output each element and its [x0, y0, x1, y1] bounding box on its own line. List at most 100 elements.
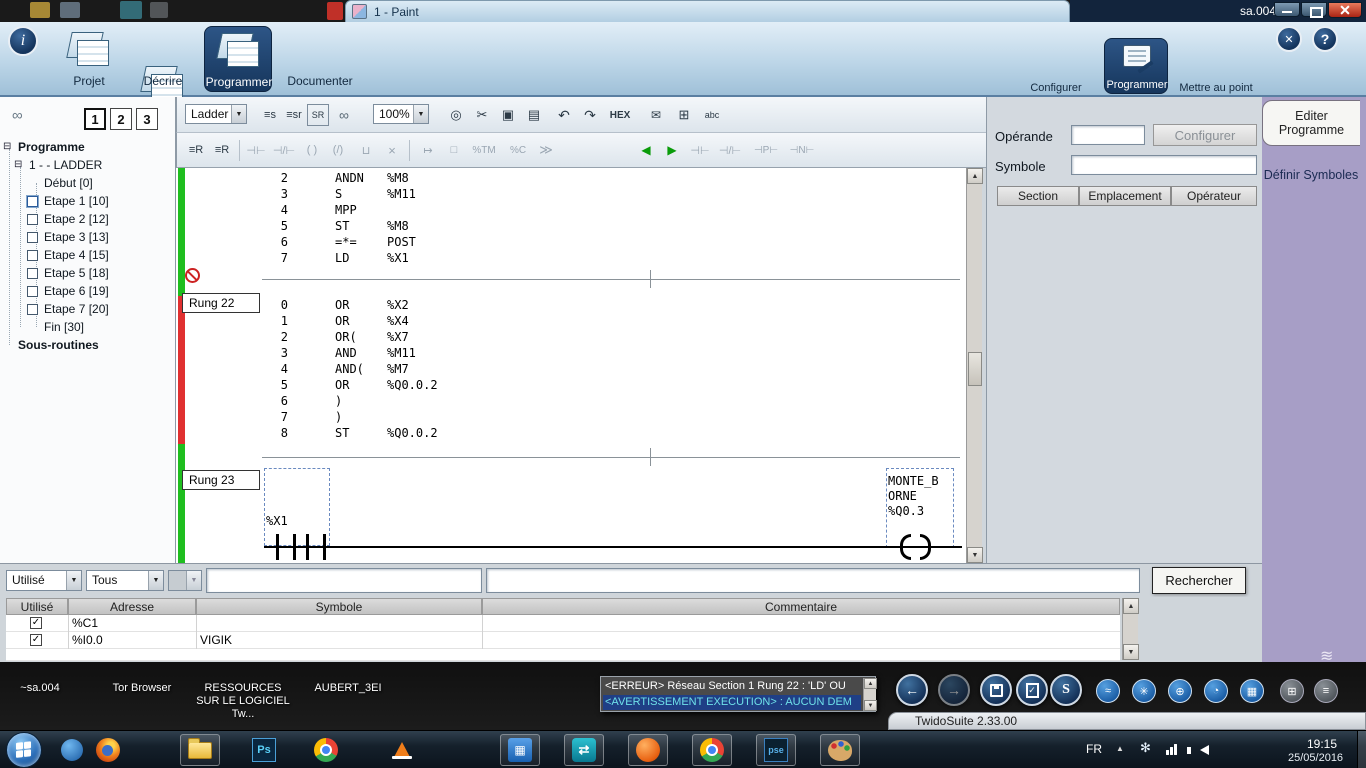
nav-documenter[interactable]: Documenter — [285, 74, 355, 88]
zoom-select[interactable]: 100% ▼ — [373, 104, 429, 124]
desktop-shortcut-aubert[interactable]: AUBERT_3EI — [300, 682, 396, 695]
tree-item-programme[interactable]: Programme — [18, 140, 85, 154]
step-icon[interactable] — [27, 250, 38, 261]
add-rung-before-icon[interactable]: ≡R — [211, 139, 233, 161]
column-operateur-button[interactable]: Opérateur — [1171, 186, 1257, 206]
tray-network-icon[interactable] — [1166, 744, 1177, 755]
show-desktop-button[interactable] — [1357, 731, 1366, 768]
tab-editer-programme[interactable]: Editer Programme — [1262, 100, 1360, 146]
insert-step-sr-icon[interactable]: ≡sr — [283, 104, 305, 126]
tree-item-etape1[interactable]: Etape 1 [10] — [44, 194, 109, 208]
tray-language[interactable]: FR — [1086, 742, 1102, 756]
symbol-input[interactable] — [1071, 155, 1257, 175]
tool-button-2[interactable]: ✳ — [1132, 679, 1156, 703]
desktop-shortcut-ressources[interactable]: RESSOURCES SUR LE LOGICIEL Tw... — [192, 682, 294, 721]
tray-snow-icon[interactable]: ✻ — [1140, 740, 1151, 756]
taskbar-icon-paint[interactable] — [820, 734, 860, 766]
link-elements-icon[interactable]: ∞ — [333, 104, 355, 126]
connection-status-icon[interactable]: ✕ — [1276, 26, 1302, 52]
taskbar-icon-photoshop[interactable]: Ps — [244, 734, 284, 766]
contact-open2-icon[interactable]: ⊣⊢ — [689, 139, 711, 161]
page-button-1[interactable]: 1 — [84, 108, 106, 130]
tool-button-3[interactable]: ⊕ — [1168, 679, 1192, 703]
help-button[interactable]: ? — [1312, 26, 1338, 52]
operand-input[interactable] — [1071, 125, 1145, 145]
tool-button-7[interactable]: ≡ — [1314, 679, 1338, 703]
operate-block-icon[interactable]: □ — [443, 139, 465, 161]
tree-item-etape6[interactable]: Etape 6 [19] — [44, 284, 109, 298]
col-header-adresse[interactable]: Adresse — [68, 598, 196, 615]
taskbar-icon-explorer[interactable] — [180, 734, 220, 766]
info-button[interactable]: i — [8, 26, 38, 56]
pdf-file-icon[interactable] — [327, 2, 343, 20]
tree-item-etape2[interactable]: Etape 2 [12] — [44, 212, 109, 226]
nav-programmer2-selected[interactable]: Programmer — [1104, 38, 1168, 94]
tree-item-sous-routines[interactable]: Sous-routines — [18, 338, 99, 352]
used-filter-select[interactable]: Utilisé ▼ — [6, 570, 82, 591]
close-button[interactable] — [1328, 2, 1362, 18]
nav-projet[interactable]: Projet — [59, 74, 119, 88]
taskbar-icon-orange-app[interactable] — [628, 734, 668, 766]
taskbar-icon-tile[interactable]: ▦ — [500, 734, 540, 766]
language-select[interactable]: Ladder ▼ — [185, 104, 247, 124]
column-emplacement-button[interactable]: Emplacement — [1079, 186, 1171, 206]
tray-volume-icon[interactable] — [1200, 745, 1209, 755]
hex-toggle-button[interactable]: HEX — [605, 104, 635, 126]
delete-link-icon[interactable]: × — [381, 139, 403, 161]
tray-expand-icon[interactable]: ▲ — [1116, 744, 1124, 753]
scroll-down-icon[interactable]: ▼ — [1123, 644, 1139, 660]
desktop-shortcut-tor[interactable]: Tor Browser — [96, 682, 188, 695]
contact-symbol[interactable] — [276, 534, 296, 560]
tray-clock-date[interactable]: 25/05/2016 — [1288, 752, 1354, 764]
scroll-down-icon[interactable]: ▼ — [967, 547, 983, 563]
next-rung-icon[interactable]: ▶ — [661, 139, 683, 161]
used-checkbox[interactable]: ✓ — [30, 634, 42, 646]
scrollbar-thumb[interactable] — [968, 352, 982, 386]
copy-icon[interactable]: ▣ — [497, 104, 519, 126]
minimize-button[interactable] — [1274, 2, 1300, 17]
used-checkbox[interactable]: ✓ — [30, 617, 42, 629]
code-line[interactable]: 3AND%M11 — [240, 346, 416, 360]
paint-window-titlebar[interactable]: 1 - Paint — [345, 0, 1070, 22]
code-line[interactable]: 3S%M11 — [240, 187, 416, 201]
find-icon[interactable]: ◎ — [445, 104, 467, 126]
coil-symbol-left[interactable] — [900, 534, 911, 560]
col-header-symbole[interactable]: Symbole — [196, 598, 482, 615]
rechercher-button[interactable]: Rechercher — [1152, 567, 1246, 594]
warning-line-selected[interactable]: <AVERTISSEMENT EXECUTION> : AUCUN DEM — [603, 695, 861, 710]
code-line[interactable]: 5OR%Q0.0.2 — [240, 378, 438, 392]
add-rung-icon[interactable]: ≡R — [185, 139, 207, 161]
contact-rising-icon[interactable]: ⊣P⊢ — [751, 139, 781, 161]
nav-decrire[interactable]: Décrire — [133, 74, 193, 88]
tab-definir-symboles[interactable]: Définir Symboles — [1262, 155, 1360, 195]
more-blocks-icon[interactable]: ≫ — [535, 139, 557, 161]
contact-closed2-icon[interactable]: ⊣/⊢ — [719, 139, 741, 161]
taskbar-icon-chrome[interactable] — [306, 734, 346, 766]
grid-abc-icon[interactable]: abc — [701, 104, 723, 126]
error-line[interactable]: <ERREUR> Réseau Section 1 Rung 22 : 'LD'… — [603, 679, 861, 694]
projet-icon[interactable] — [67, 32, 111, 66]
table-row[interactable]: ✓ %C1 — [6, 615, 1120, 632]
paste-icon[interactable]: ▤ — [523, 104, 545, 126]
step-icon[interactable] — [27, 214, 38, 225]
contact-closed-icon[interactable]: ⊣/⊢ — [273, 139, 295, 161]
tree-item-ladder[interactable]: 1 - - LADDER — [29, 158, 102, 172]
code-line[interactable]: 2OR(%X7 — [240, 330, 409, 344]
configurer-button[interactable]: Configurer — [1153, 124, 1257, 146]
code-line[interactable]: 4AND(%M7 — [240, 362, 409, 376]
code-line[interactable]: 6) — [240, 394, 387, 408]
sr-block-icon[interactable]: SR — [307, 104, 329, 126]
column-section-button[interactable]: Section — [997, 186, 1079, 206]
contact-symbol[interactable] — [306, 534, 326, 560]
forward-button[interactable]: → — [938, 674, 970, 706]
tree-item-etape4[interactable]: Etape 4 [15] — [44, 248, 109, 262]
code-line[interactable]: 6=*=POST — [240, 235, 416, 249]
code-line[interactable]: 5ST%M8 — [240, 219, 409, 233]
cut-icon[interactable]: ✂ — [471, 104, 493, 126]
page-button-3[interactable]: 3 — [136, 108, 158, 130]
taskbar-icon-twidosuite[interactable]: ⇄ — [564, 734, 604, 766]
step-icon[interactable] — [27, 286, 38, 297]
scope-filter-select[interactable]: Tous ▼ — [86, 570, 164, 591]
code-line[interactable]: 2ANDN%M8 — [240, 171, 409, 185]
desktop-shortcut-sa004[interactable]: ~sa.004 — [2, 682, 78, 695]
